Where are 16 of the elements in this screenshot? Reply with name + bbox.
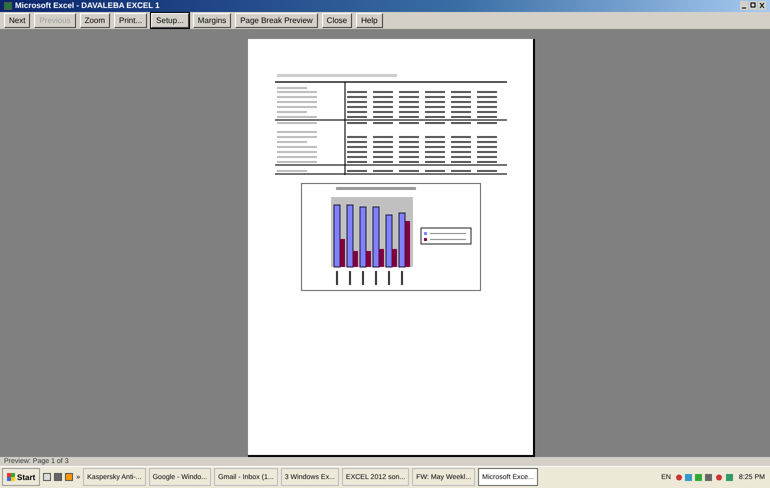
toolbar-button[interactable]: Zoom: [80, 12, 110, 28]
toolbar-button[interactable]: Help: [356, 12, 383, 28]
window-controls-icon[interactable]: [740, 1, 766, 10]
toolbar-button[interactable]: Print...: [114, 12, 148, 28]
windows-logo-icon: [7, 473, 15, 482]
toolbar-button[interactable]: Page Break Preview: [235, 12, 318, 28]
axis-labels-drawing: [336, 270, 402, 285]
excel-icon: [4, 2, 12, 10]
toolbar-button[interactable]: Close: [322, 12, 352, 28]
window-title: Microsoft Excel - DAVALEBA EXCEL 1: [15, 1, 161, 10]
legend-drawing: [420, 227, 471, 244]
toolbar-button[interactable]: Margins: [192, 12, 232, 28]
toolbar-button[interactable]: Next: [4, 12, 30, 28]
toolbar-button[interactable]: Setup...: [151, 12, 189, 28]
tray-icons-drawing: [674, 472, 735, 482]
start-button[interactable]: Start: [2, 468, 40, 486]
